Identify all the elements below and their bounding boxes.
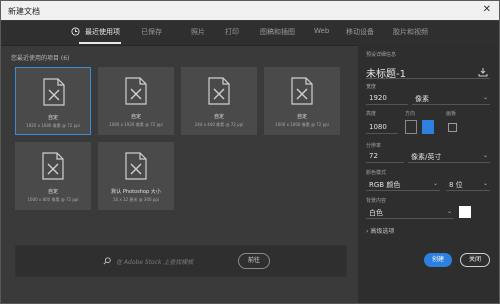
color-mode-value: RGB 颜色 bbox=[369, 181, 401, 189]
background-color-swatch[interactable] bbox=[459, 206, 471, 218]
tab-print[interactable]: 打印 bbox=[225, 27, 239, 37]
advanced-options-label: 高级选项 bbox=[370, 228, 395, 235]
recent-item-size: 1080 x 1920 像素 @ 72 ppi bbox=[109, 122, 163, 127]
tab-mobile[interactable]: 移动设备 bbox=[346, 27, 374, 37]
recent-item-size: 1920 x 1080 像素 @ 72 ppi bbox=[26, 123, 80, 128]
tab-saved[interactable]: 已保存 bbox=[141, 27, 162, 37]
search-icon bbox=[103, 257, 111, 265]
width-label: 宽度 bbox=[366, 84, 377, 90]
background-value: 白色 bbox=[369, 209, 383, 217]
new-document-dialog: 新建文档 ✕ 最近使用项 已保存 照片 打印 图稿和插图 Web 移动设备 胶片… bbox=[0, 0, 500, 304]
recent-item-size: 1600 x 800 像素 @ 72 ppi bbox=[27, 197, 79, 202]
height-value: 1080 bbox=[369, 123, 387, 131]
artboard-label: 画板 bbox=[446, 111, 457, 117]
document-icon bbox=[208, 77, 230, 105]
recent-item-size: 244 x 440 像素 @ 72 ppi bbox=[194, 122, 244, 127]
tab-web[interactable]: Web bbox=[314, 27, 329, 35]
document-icon bbox=[42, 152, 64, 180]
chevron-down-icon: ⌄ bbox=[482, 180, 488, 187]
resolution-unit-select[interactable]: 像素/英寸 ⌄ bbox=[408, 150, 490, 163]
active-tab-indicator bbox=[79, 42, 121, 44]
divider bbox=[366, 78, 490, 79]
recent-item[interactable]: 自定 1080 x 1920 像素 @ 72 ppi bbox=[98, 67, 174, 135]
recent-item[interactable]: 自定 1000 x 1000 像素 @ 72 ppi bbox=[264, 67, 340, 135]
width-unit-select[interactable]: 像素 ⌄ bbox=[412, 92, 490, 105]
background-label: 背景内容 bbox=[366, 198, 387, 204]
recent-item-name: 自定 bbox=[130, 114, 141, 120]
search-input[interactable]: 在 Adobe Stock 上查找模板 bbox=[116, 257, 193, 266]
recent-item-name: 默认 Photoshop 大小 bbox=[111, 189, 161, 195]
tab-film-video[interactable]: 胶片和视频 bbox=[393, 27, 428, 37]
resolution-label: 分辨率 bbox=[366, 143, 382, 149]
document-icon bbox=[125, 152, 147, 180]
recent-item-size: 1000 x 1000 像素 @ 72 ppi bbox=[275, 122, 329, 127]
recent-items-label: 您最近使用的项目 (6) bbox=[11, 55, 70, 62]
go-button[interactable]: 前往 bbox=[238, 253, 270, 269]
height-label: 高度 bbox=[366, 111, 377, 117]
color-mode-select[interactable]: RGB 颜色 ⌄ bbox=[366, 178, 440, 191]
window-title: 新建文档 bbox=[8, 7, 40, 16]
clock-icon bbox=[71, 27, 80, 36]
width-value: 1920 bbox=[369, 94, 387, 102]
stock-search-bar: 在 Adobe Stock 上查找模板 前往 bbox=[15, 245, 347, 277]
title-bar: 新建文档 ✕ bbox=[1, 1, 499, 20]
preset-tabs: 最近使用项 已保存 照片 打印 图稿和插图 Web 移动设备 胶片和视频 bbox=[1, 21, 499, 46]
resolution-input[interactable]: 72 bbox=[366, 150, 404, 163]
chevron-down-icon: ⌄ bbox=[432, 180, 438, 187]
bit-depth-select[interactable]: 8 位 ⌄ bbox=[446, 178, 490, 191]
recent-item[interactable]: 自定 1920 x 1080 像素 @ 72 ppi bbox=[15, 67, 91, 135]
resolution-value: 72 bbox=[369, 152, 378, 160]
height-input[interactable]: 1080 bbox=[366, 121, 398, 134]
resolution-unit-value: 像素/英寸 bbox=[411, 153, 442, 161]
width-unit-value: 像素 bbox=[415, 95, 429, 103]
recent-item-size: 16 x 12 厘米 @ 300 ppi bbox=[113, 197, 159, 202]
document-icon bbox=[43, 78, 65, 106]
recent-item[interactable]: 默认 Photoshop 大小 16 x 12 厘米 @ 300 ppi bbox=[98, 142, 174, 210]
create-button[interactable]: 创建 bbox=[424, 253, 452, 267]
save-preset-icon[interactable] bbox=[478, 68, 488, 77]
chevron-down-icon: ⌄ bbox=[482, 152, 488, 159]
tab-art-illustration[interactable]: 图稿和插图 bbox=[260, 27, 295, 37]
recent-item[interactable]: 自定 244 x 440 像素 @ 72 ppi bbox=[181, 67, 257, 135]
chevron-down-icon: ⌄ bbox=[446, 208, 452, 215]
artboard-checkbox[interactable] bbox=[448, 123, 457, 132]
close-icon[interactable]: ✕ bbox=[483, 4, 491, 15]
recent-item-name: 自定 bbox=[47, 115, 58, 121]
preset-details-label: 预设详细信息 bbox=[366, 52, 397, 58]
bit-depth-value: 8 位 bbox=[449, 181, 463, 189]
color-mode-label: 颜色模式 bbox=[366, 170, 387, 176]
recent-panel: 您最近使用的项目 (6) 自定 1920 x 1080 像素 @ 72 ppi … bbox=[11, 45, 351, 303]
tab-photo[interactable]: 照片 bbox=[191, 27, 205, 37]
background-select[interactable]: 白色 ⌄ bbox=[366, 206, 454, 219]
chevron-down-icon: ⌄ bbox=[482, 94, 488, 101]
recent-item-name: 自定 bbox=[296, 114, 307, 120]
recent-item[interactable]: 自定 1600 x 800 像素 @ 72 ppi bbox=[15, 142, 91, 210]
landscape-orientation-icon[interactable] bbox=[422, 120, 434, 134]
recent-item-name: 自定 bbox=[213, 114, 224, 120]
document-icon bbox=[125, 77, 147, 105]
advanced-options-toggle[interactable]: › 高级选项 bbox=[366, 226, 394, 235]
document-icon bbox=[291, 77, 313, 105]
orientation-label: 方向 bbox=[405, 111, 416, 117]
portrait-orientation-icon[interactable] bbox=[405, 120, 417, 134]
width-input[interactable]: 1920 bbox=[366, 92, 408, 105]
recent-item-name: 自定 bbox=[47, 189, 58, 195]
tab-recent[interactable]: 最近使用项 bbox=[85, 27, 120, 37]
close-button[interactable]: 关闭 bbox=[460, 253, 490, 267]
